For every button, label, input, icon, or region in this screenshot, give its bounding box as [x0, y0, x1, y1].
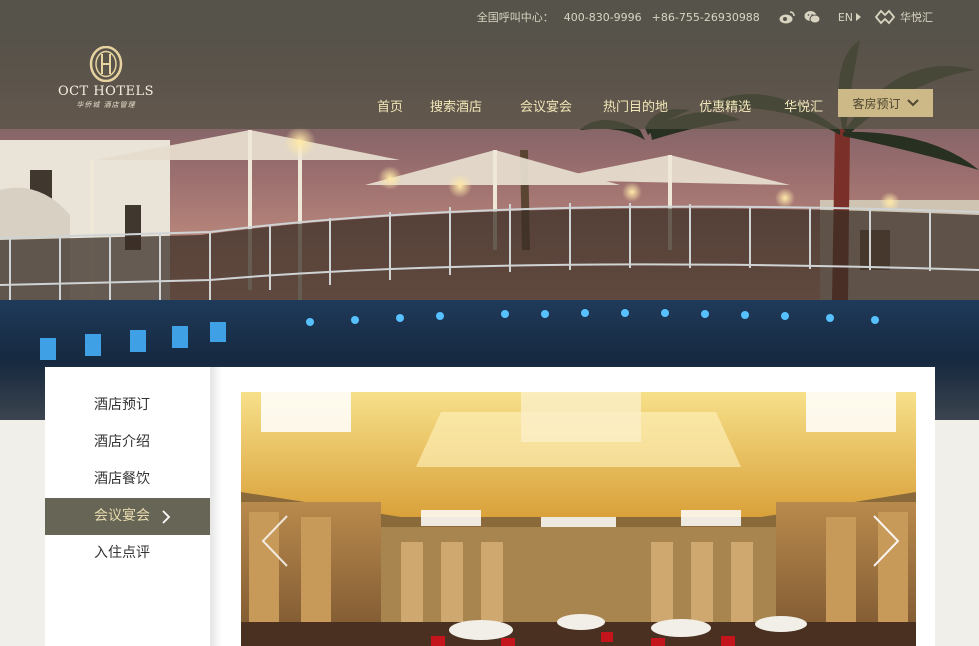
- banquet-hall-photo: [241, 392, 916, 646]
- banquet-hall-slider[interactable]: [241, 392, 916, 646]
- logo-mark-icon: [89, 46, 123, 82]
- nav-item-offers[interactable]: 优惠精选: [699, 96, 751, 115]
- weibo-icon[interactable]: [778, 8, 796, 26]
- nav-item-meetings[interactable]: 会议宴会: [520, 96, 572, 115]
- logo-sub-text: 华侨城 酒店管理: [76, 101, 136, 109]
- international-phone[interactable]: +86-755-26930988: [652, 11, 760, 24]
- logo-brand-text: OCT HOTELS: [57, 84, 155, 99]
- side-menu: 酒店预订 酒店介绍 酒店餐饮 会议宴会 入住点评: [45, 387, 210, 572]
- hotline-phone[interactable]: 400-830-9996: [564, 11, 642, 24]
- side-item-booking[interactable]: 酒店预订: [45, 387, 210, 424]
- content-panel: 酒店预订 酒店介绍 酒店餐饮 会议宴会 入住点评: [45, 367, 935, 646]
- main-nav-bar: OCT HOTELS 华侨城 酒店管理 首页 搜索酒店 会议宴会 热门目的地 优…: [0, 34, 979, 129]
- wechat-icon[interactable]: [804, 8, 822, 26]
- nav-item-destinations[interactable]: 热门目的地: [603, 96, 668, 115]
- chevron-right-icon: [873, 515, 900, 567]
- language-switch[interactable]: EN: [838, 11, 861, 24]
- side-item-label: 酒店介绍: [94, 434, 150, 450]
- caret-right-icon: [856, 13, 861, 21]
- side-item-label: 入住点评: [94, 545, 150, 561]
- side-item-dining[interactable]: 酒店餐饮: [45, 461, 210, 498]
- side-item-label: 酒店餐饮: [94, 471, 150, 487]
- room-booking-label: 客房预订: [852, 96, 901, 111]
- side-item-introduction[interactable]: 酒店介绍: [45, 424, 210, 461]
- side-item-meetings[interactable]: 会议宴会: [45, 498, 210, 535]
- hotline-label: 全国呼叫中心：: [476, 11, 554, 24]
- language-label: EN: [837, 10, 853, 24]
- club-logo-icon: [875, 9, 895, 25]
- club-link[interactable]: 华悦汇: [875, 9, 933, 25]
- room-booking-button[interactable]: 客房预订: [838, 89, 933, 117]
- chevron-right-icon: [162, 510, 171, 524]
- side-item-reviews[interactable]: 入住点评: [45, 535, 210, 572]
- panel-divider: [210, 367, 222, 646]
- side-item-label: 会议宴会: [94, 508, 150, 524]
- chevron-down-icon: [906, 99, 919, 107]
- side-item-label: 酒店预订: [94, 397, 150, 413]
- nav-item-search-hotel[interactable]: 搜索酒店: [430, 96, 482, 115]
- oct-hotels-logo[interactable]: OCT HOTELS 华侨城 酒店管理: [56, 46, 156, 120]
- slider-next-arrow[interactable]: [872, 514, 900, 572]
- top-bar: 全国呼叫中心： 400-830-9996 +86-755-26930988 EN…: [0, 0, 979, 34]
- club-label: 华悦汇: [900, 11, 933, 24]
- chevron-left-icon: [261, 515, 288, 567]
- nav-item-club[interactable]: 华悦汇: [784, 96, 823, 115]
- slider-prev-arrow[interactable]: [261, 514, 289, 572]
- main-menu: 首页 搜索酒店 会议宴会 热门目的地 优惠精选 华悦汇: [366, 96, 823, 115]
- nav-item-home[interactable]: 首页: [377, 96, 403, 115]
